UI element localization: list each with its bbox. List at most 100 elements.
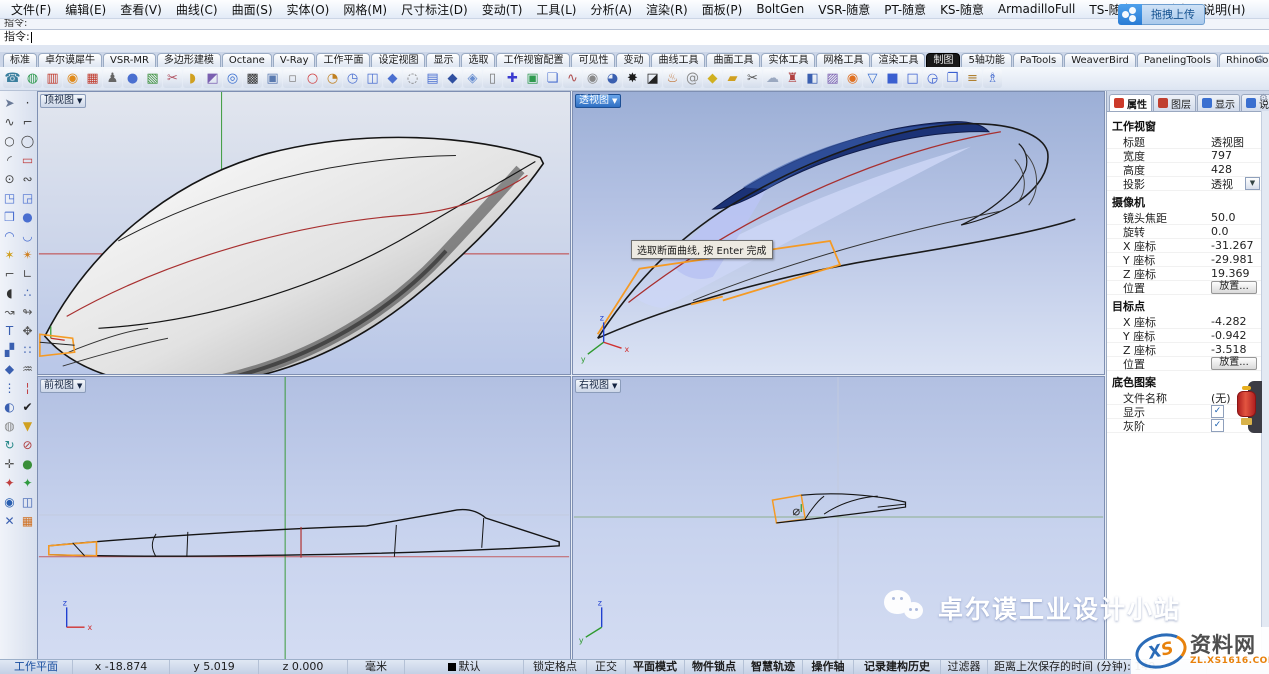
blue-square-icon[interactable]: ■: [883, 69, 902, 88]
toolbar-tab-18[interactable]: 制图: [926, 53, 960, 67]
hot-spring-icon[interactable]: ♨: [663, 69, 682, 88]
panel-tab-0[interactable]: 属性: [1109, 94, 1152, 111]
jack-icon[interactable]: ✕: [1, 512, 18, 529]
panel-row-value[interactable]: 797: [1211, 149, 1262, 162]
toolbar-tab-1[interactable]: 卓尔谟犀牛: [38, 53, 102, 67]
checker-icon[interactable]: ▦: [83, 69, 102, 88]
panel-window-icon[interactable]: ❐: [943, 69, 962, 88]
clock-icon[interactable]: ◷: [343, 69, 362, 88]
grid-dots-icon[interactable]: ⋮: [1, 379, 18, 396]
stack-boxes-icon[interactable]: ❏: [543, 69, 562, 88]
panel-row-value[interactable]: 透视▼: [1211, 176, 1262, 192]
status-segment-12[interactable]: 记录建构历史: [854, 660, 941, 674]
status-segment-1[interactable]: x -18.874: [73, 660, 170, 674]
panel-row-value[interactable]: 50.0: [1211, 211, 1262, 224]
halftone-grid-icon[interactable]: ▩: [243, 69, 262, 88]
checkbox-checked[interactable]: ✓: [1211, 405, 1224, 418]
gear-icon[interactable]: ⚙: [1255, 53, 1265, 66]
scissors-icon[interactable]: ✂: [743, 69, 762, 88]
panel-row-value[interactable]: 放置...: [1211, 357, 1262, 370]
menu-item-10[interactable]: 分析(A): [583, 0, 639, 19]
bell-icon[interactable]: ♗: [983, 69, 1002, 88]
status-segment-8[interactable]: 平面模式: [626, 660, 685, 674]
drop-icon[interactable]: ◖: [1, 284, 18, 301]
rainbow-wedge-icon[interactable]: ◗: [183, 69, 202, 88]
funnel-icon[interactable]: ▼: [19, 417, 36, 434]
panel-tab-1[interactable]: 图层: [1153, 94, 1196, 111]
cloud-icon[interactable]: ☁: [763, 69, 782, 88]
dot-ring-icon[interactable]: ◌: [403, 69, 422, 88]
chamfer-icon[interactable]: ∟: [19, 265, 36, 282]
photo-icon[interactable]: ▧: [143, 69, 162, 88]
status-segment-11[interactable]: 操作轴: [803, 660, 854, 674]
cut-run-icon[interactable]: ✂: [163, 69, 182, 88]
panel-row-value[interactable]: -31.267: [1211, 239, 1262, 252]
grill-icon[interactable]: ♒: [19, 360, 36, 377]
target-orange-icon[interactable]: ◉: [843, 69, 862, 88]
status-segment-7[interactable]: 正交: [587, 660, 626, 674]
dark-gem-icon[interactable]: ◆: [443, 69, 462, 88]
status-segment-3[interactable]: z 0.000: [259, 660, 348, 674]
array-icon[interactable]: ∷: [19, 341, 36, 358]
menu-item-11[interactable]: 渲染(R): [639, 0, 695, 19]
red-lantern-badge[interactable]: [1237, 386, 1256, 426]
tray-blue-icon[interactable]: ▽: [863, 69, 882, 88]
spiral-icon[interactable]: @: [683, 69, 702, 88]
menu-item-8[interactable]: 变动(T): [475, 0, 530, 19]
circle-center-icon[interactable]: ⊙: [1, 170, 18, 187]
toolbar-tab-22[interactable]: PanelingTools: [1137, 53, 1218, 67]
status-segment-0[interactable]: 工作平面: [0, 660, 73, 674]
command-input[interactable]: 指令:: [0, 29, 1269, 46]
small-window-icon[interactable]: ▫: [283, 69, 302, 88]
menu-item-6[interactable]: 网格(M): [336, 0, 394, 19]
check-icon[interactable]: ✔: [19, 398, 36, 415]
menu-item-5[interactable]: 实体(O): [280, 0, 337, 19]
toolbar-tab-2[interactable]: VSR-MR: [103, 53, 156, 67]
arc-icon[interactable]: ◜: [1, 151, 18, 168]
solid-cube-icon[interactable]: ◆: [1, 360, 18, 377]
box-icon[interactable]: ❒: [1, 208, 18, 225]
sphere-solid-icon[interactable]: ●: [19, 208, 36, 225]
panel-row-value[interactable]: 透视图: [1211, 134, 1262, 150]
green-frame-icon[interactable]: ▣: [523, 69, 542, 88]
dim-tool-icon[interactable]: ✛: [1, 455, 18, 472]
toolbar-tab-0[interactable]: 标准: [3, 53, 37, 67]
menu-item-13[interactable]: BoltGen: [749, 1, 811, 17]
ram-horn-icon[interactable]: ♜: [783, 69, 802, 88]
sweep-icon[interactable]: ◡: [19, 227, 36, 244]
copy-frame-icon[interactable]: ▣: [263, 69, 282, 88]
menu-item-16[interactable]: KS-随意: [933, 0, 991, 19]
dial-icon[interactable]: ◔: [323, 69, 342, 88]
freeform-curve-icon[interactable]: ∾: [19, 170, 36, 187]
panel-scrollbar[interactable]: [1261, 111, 1269, 660]
panel-row-value[interactable]: 19.369: [1211, 267, 1262, 280]
panel-row-value[interactable]: -0.942: [1211, 329, 1262, 342]
align-green-icon[interactable]: ✦: [19, 474, 36, 491]
transform-ball-icon[interactable]: ◍: [1, 417, 18, 434]
rotate-arc-icon[interactable]: ↻: [1, 436, 18, 453]
pie-blue-icon[interactable]: ◕: [603, 69, 622, 88]
menu-item-0[interactable]: 文件(F): [4, 0, 58, 19]
loft-icon[interactable]: ◠: [1, 227, 18, 244]
notebook-icon[interactable]: ▥: [43, 69, 62, 88]
viewport-front-label[interactable]: 前视图 ▼: [40, 379, 86, 393]
select-arrow-icon[interactable]: ➤: [1, 94, 18, 111]
fillet-icon[interactable]: ⌐: [1, 265, 18, 282]
bomb-icon[interactable]: ✸: [623, 69, 642, 88]
toolbar-tab-17[interactable]: 渲染工具: [871, 53, 925, 67]
drag-upload-button[interactable]: 拖拽上传: [1142, 4, 1205, 25]
ellipse-icon[interactable]: ◯: [19, 132, 36, 149]
toolbar-tab-15[interactable]: 实体工具: [761, 53, 815, 67]
surface-corner-icon[interactable]: ◳: [1, 189, 18, 206]
sheet-icon[interactable]: ◫: [19, 493, 36, 510]
fold-box-icon[interactable]: ◫: [363, 69, 382, 88]
blue-cube-icon[interactable]: ◧: [803, 69, 822, 88]
panel-row-value[interactable]: -3.518: [1211, 343, 1262, 356]
menu-item-14[interactable]: VSR-随意: [811, 0, 877, 19]
explode-icon[interactable]: ✶: [1, 246, 18, 263]
text-tool-icon[interactable]: T: [1, 322, 18, 339]
move-cross-icon[interactable]: ✚: [503, 69, 522, 88]
viewport-right-label[interactable]: 右视图 ▼: [575, 379, 621, 393]
place-button[interactable]: 放置...: [1211, 357, 1257, 370]
panel-row-value[interactable]: 428: [1211, 163, 1262, 176]
